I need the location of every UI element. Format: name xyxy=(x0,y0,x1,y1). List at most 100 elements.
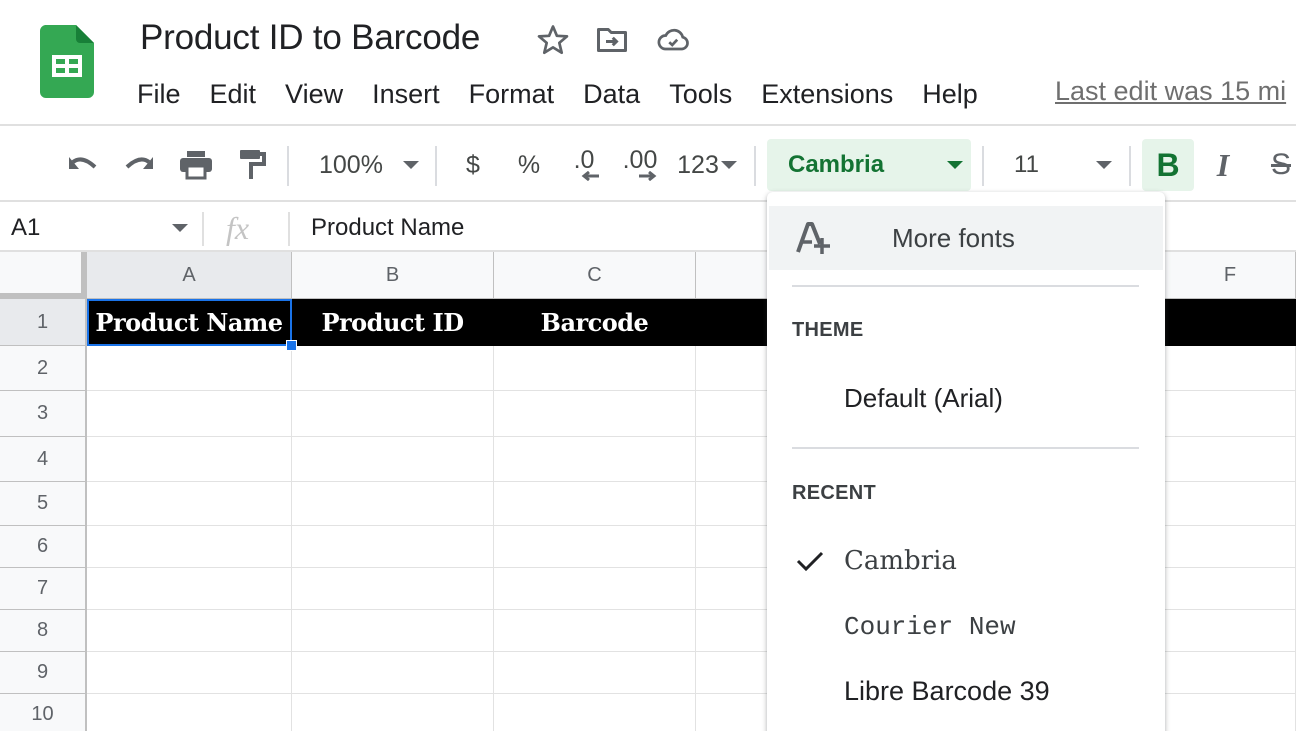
row-header-3[interactable]: 3 xyxy=(0,391,87,437)
toolbar-divider xyxy=(435,146,437,186)
cell-f10[interactable] xyxy=(1165,694,1296,731)
font-family-select[interactable]: Cambria xyxy=(767,139,971,191)
cell-f6[interactable] xyxy=(1165,526,1296,568)
cell-f5[interactable] xyxy=(1165,482,1296,526)
cell-f9[interactable] xyxy=(1165,652,1296,694)
cell-b5[interactable] xyxy=(292,482,494,526)
cell-c2[interactable] xyxy=(494,346,696,391)
redo-button[interactable] xyxy=(120,144,160,186)
cell-b10[interactable] xyxy=(292,694,494,731)
increase-decimal-button[interactable]: .00 xyxy=(618,144,662,186)
cell-c10[interactable] xyxy=(494,694,696,731)
recent-section-label: RECENT xyxy=(792,482,877,504)
percent-format-button[interactable]: % xyxy=(512,144,546,186)
cell-f7[interactable] xyxy=(1165,568,1296,610)
strikethrough-button[interactable]: S xyxy=(1258,144,1296,186)
cell-b1[interactable]: Product ID xyxy=(292,299,494,346)
font-size-select[interactable]: 11 xyxy=(996,144,1120,186)
row-header-2[interactable]: 2 xyxy=(0,346,87,391)
cell-b3[interactable] xyxy=(292,391,494,437)
menu-view[interactable]: View xyxy=(285,79,343,110)
zoom-select[interactable]: 100% xyxy=(305,144,425,186)
font-option-libre-barcode-39[interactable]: Libre Barcode 39 xyxy=(767,663,1165,719)
paint-format-button[interactable] xyxy=(234,144,270,186)
menu-help[interactable]: Help xyxy=(922,79,978,110)
cell-c6[interactable] xyxy=(494,526,696,568)
cell-c1[interactable]: Barcode xyxy=(494,299,696,346)
cell-f2[interactable] xyxy=(1165,346,1296,391)
bold-button[interactable]: B xyxy=(1142,139,1194,191)
cell-b2[interactable] xyxy=(292,346,494,391)
row-header-6[interactable]: 6 xyxy=(0,526,87,568)
row-header-1[interactable]: 1 xyxy=(0,299,87,346)
font-option-label: Courier New xyxy=(844,612,1016,642)
italic-button[interactable]: I xyxy=(1200,144,1246,186)
row-header-7[interactable]: 7 xyxy=(0,568,87,610)
menu-edit[interactable]: Edit xyxy=(210,79,257,110)
select-all-corner[interactable] xyxy=(0,252,87,299)
cell-a3[interactable] xyxy=(87,391,292,437)
column-header-b[interactable]: B xyxy=(292,252,494,299)
cell-c7[interactable] xyxy=(494,568,696,610)
cell-b9[interactable] xyxy=(292,652,494,694)
menu-format[interactable]: Format xyxy=(469,79,555,110)
cell-a9[interactable] xyxy=(87,652,292,694)
cell-a6[interactable] xyxy=(87,526,292,568)
fill-handle[interactable] xyxy=(286,340,297,351)
more-formats-button[interactable]: 123 xyxy=(674,144,740,186)
cell-b6[interactable] xyxy=(292,526,494,568)
row-header-9[interactable]: 9 xyxy=(0,652,87,694)
formula-input[interactable]: Product Name xyxy=(311,214,464,242)
arrow-left-icon xyxy=(581,171,599,181)
print-button[interactable] xyxy=(176,144,216,186)
menu-tools[interactable]: Tools xyxy=(669,79,732,110)
cell-a4[interactable] xyxy=(87,437,292,482)
move-to-folder-icon[interactable] xyxy=(594,22,630,58)
cell-c3[interactable] xyxy=(494,391,696,437)
cell-b8[interactable] xyxy=(292,610,494,652)
document-title[interactable]: Product ID to Barcode xyxy=(140,18,480,58)
row-header-10[interactable]: 10 xyxy=(0,694,87,731)
sheets-logo-icon[interactable] xyxy=(40,25,94,98)
cell-c4[interactable] xyxy=(494,437,696,482)
row-header-4[interactable]: 4 xyxy=(0,437,87,482)
column-header-c[interactable]: C xyxy=(494,252,696,299)
cell-c8[interactable] xyxy=(494,610,696,652)
menu-extensions[interactable]: Extensions xyxy=(761,79,893,110)
currency-format-button[interactable]: $ xyxy=(456,144,490,186)
cell-f1[interactable] xyxy=(1165,299,1296,346)
cell-f4[interactable] xyxy=(1165,437,1296,482)
more-fonts-item[interactable]: More fonts xyxy=(769,206,1163,270)
decrease-decimal-button[interactable]: .0 xyxy=(562,144,606,186)
cell-a10[interactable] xyxy=(87,694,292,731)
row-header-8[interactable]: 8 xyxy=(0,610,87,652)
cell-a8[interactable] xyxy=(87,610,292,652)
cell-f3[interactable] xyxy=(1165,391,1296,437)
name-box[interactable]: A1 xyxy=(0,204,200,252)
font-option-courier-new[interactable]: Courier New xyxy=(767,599,1165,655)
cell-f8[interactable] xyxy=(1165,610,1296,652)
column-header-f[interactable]: F xyxy=(1165,252,1296,299)
menu-insert[interactable]: Insert xyxy=(372,79,440,110)
column-header-a[interactable]: A xyxy=(87,252,292,299)
cell-c9[interactable] xyxy=(494,652,696,694)
decrease-decimal-label: .0 xyxy=(573,146,595,174)
cell-b4[interactable] xyxy=(292,437,494,482)
cell-a5[interactable] xyxy=(87,482,292,526)
cell-a1[interactable]: Product Name xyxy=(87,299,292,346)
font-option-cambria[interactable]: Cambria xyxy=(767,533,1165,589)
cell-c5[interactable] xyxy=(494,482,696,526)
chevron-down-icon xyxy=(720,161,737,169)
star-icon[interactable] xyxy=(535,22,571,58)
cell-b7[interactable] xyxy=(292,568,494,610)
cell-a7[interactable] xyxy=(87,568,292,610)
menu-file[interactable]: File xyxy=(137,79,181,110)
row-header-5[interactable]: 5 xyxy=(0,482,87,526)
font-option-default[interactable]: Default (Arial) xyxy=(767,370,1165,426)
last-edit-link[interactable]: Last edit was 15 mi xyxy=(1055,76,1286,107)
menu-data[interactable]: Data xyxy=(583,79,640,110)
cloud-saved-icon[interactable] xyxy=(655,22,691,58)
cell-a2[interactable] xyxy=(87,346,292,391)
chevron-down-icon xyxy=(947,161,963,169)
undo-button[interactable] xyxy=(62,144,102,186)
